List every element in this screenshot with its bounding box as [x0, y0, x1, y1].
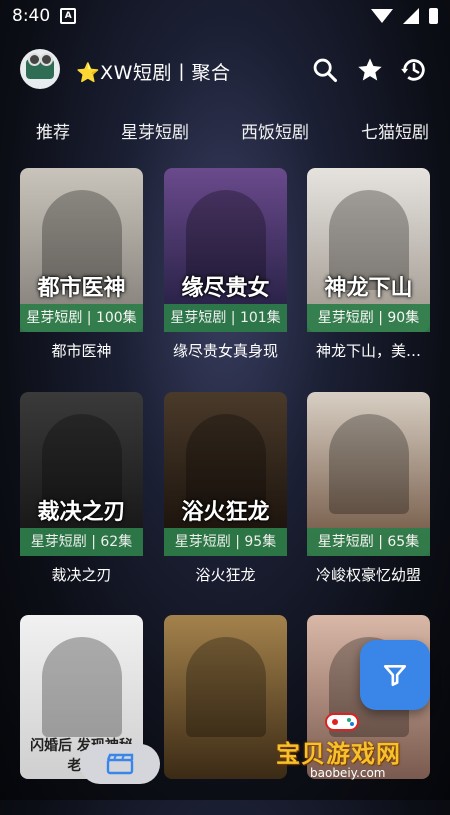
film-reel-icon	[26, 53, 54, 79]
video-nav-button[interactable]	[80, 744, 160, 784]
drama-card[interactable]: 闪婚后 发现神秘老公	[20, 615, 143, 815]
episode-badge: 星芽短剧 | 101集	[164, 304, 287, 332]
episode-badge: 星芽短剧 | 95集	[164, 528, 287, 556]
episode-badge: 星芽短剧 | 90集	[307, 304, 430, 332]
tab-recommend[interactable]: 推荐	[36, 118, 70, 143]
poster-title: 缘尽贵女	[181, 275, 270, 301]
drama-poster	[164, 615, 287, 779]
status-bar: 8:40 A	[0, 0, 450, 32]
drama-card[interactable]: 都市医神 星芽短剧 | 100集 都市医神	[20, 168, 143, 368]
filter-button[interactable]	[360, 640, 430, 710]
drama-card[interactable]: 缘尽贵女星芽短剧 | 101集缘尽贵女真身现	[164, 168, 287, 368]
drama-card[interactable]	[164, 615, 287, 815]
episode-badge: 星芽短剧 | 100集	[20, 304, 143, 332]
tab-xifan[interactable]: 西饭短剧	[241, 118, 309, 143]
wifi-icon	[371, 9, 393, 23]
app-notification-icon: A	[60, 8, 77, 24]
poster-title: 浴火狂龙	[181, 499, 270, 525]
battery-icon	[429, 8, 438, 24]
watermark-text: 宝贝游戏网	[276, 740, 401, 768]
status-time: 8:40	[12, 6, 51, 26]
tab-xingya[interactable]: 星芽短剧	[121, 118, 189, 143]
drama-title: 神龙下山，美…	[315, 342, 421, 360]
episode-badge: 星芽短剧 | 62集	[20, 528, 143, 556]
app-title: ⭐XW短剧丨聚合	[76, 62, 231, 84]
poster-title: 裁决之刃	[37, 499, 126, 525]
poster-figures	[186, 637, 266, 737]
clapperboard-icon	[106, 753, 134, 775]
tab-qimao[interactable]: 七猫短剧	[361, 118, 429, 143]
watermark: 宝贝游戏网 baobeiy.com	[272, 706, 422, 788]
gamepad-logo-icon	[325, 713, 359, 731]
signal-icon	[403, 8, 419, 24]
drama-card[interactable]: 裁决之刃 星芽短剧 | 62集 裁决之刃	[20, 392, 143, 592]
drama-title: 裁决之刃	[51, 566, 112, 584]
drama-card[interactable]: 神龙下山星芽短剧 | 90集神龙下山，美…	[307, 168, 430, 368]
avatar[interactable]	[20, 49, 60, 89]
drama-card[interactable]: 浴火狂龙 星芽短剧 | 95集 浴火狂龙	[164, 392, 287, 592]
poster-figures	[329, 414, 409, 514]
watermark-url: baobeiy.com	[310, 766, 386, 780]
drama-title: 浴火狂龙	[195, 566, 256, 584]
filter-icon	[383, 665, 407, 687]
app-header: ⭐XW短剧丨聚合	[0, 46, 450, 94]
poster-figures	[42, 637, 122, 737]
star-icon[interactable]	[356, 56, 384, 84]
search-icon[interactable]	[311, 56, 339, 84]
drama-title: 都市医神	[51, 342, 112, 360]
history-icon[interactable]	[400, 56, 428, 84]
drama-title: 冷峻权豪忆幼盟	[315, 566, 421, 584]
drama-title: 缘尽贵女真身现	[172, 342, 278, 360]
poster-title: 神龙下山	[324, 275, 413, 301]
episode-badge: 星芽短剧 | 65集	[307, 528, 430, 556]
drama-card[interactable]: 星芽短剧 | 65集冷峻权豪忆幼盟	[307, 392, 430, 592]
category-tabs: 推荐 星芽短剧 西饭短剧 七猫短剧	[0, 108, 450, 150]
poster-title: 都市医神	[37, 275, 126, 301]
